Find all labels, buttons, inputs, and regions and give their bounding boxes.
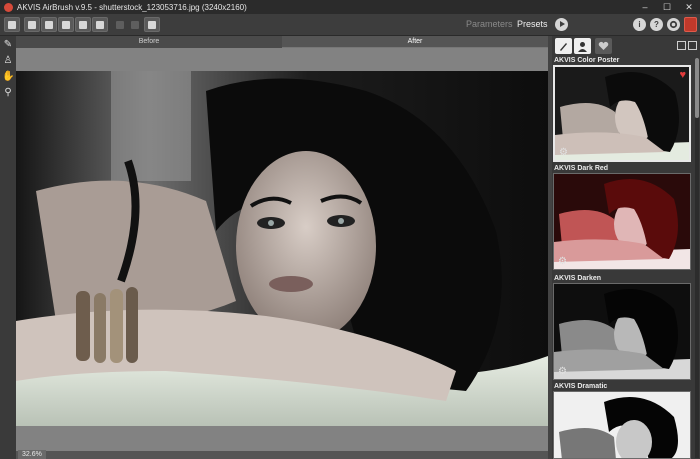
- user-presets-tab[interactable]: [574, 38, 591, 54]
- tab-presets[interactable]: Presets: [517, 19, 548, 29]
- preset-thumbnail[interactable]: [553, 391, 691, 459]
- favorites-tab[interactable]: [595, 38, 612, 54]
- preset-thumbnail[interactable]: ⚙: [553, 283, 691, 380]
- minimize-button[interactable]: –: [634, 0, 656, 14]
- grid-view-icon[interactable]: [688, 41, 697, 50]
- app-window: AKVIS AirBrush v.9.5 - shutterstock_1230…: [0, 0, 700, 459]
- tools-panel: ✎ ♙ ✋ ⚲: [0, 36, 16, 459]
- help-button[interactable]: ?: [650, 18, 663, 31]
- title-bar: AKVIS AirBrush v.9.5 - shutterstock_1230…: [0, 0, 700, 14]
- stamp-tool-icon[interactable]: ♙: [2, 55, 14, 67]
- save-icon[interactable]: [41, 17, 57, 32]
- home-icon[interactable]: [4, 17, 20, 32]
- share-icon[interactable]: [92, 17, 108, 32]
- main-toolbar: Parameters Presets i ?: [0, 14, 700, 36]
- preset-item[interactable]: AKVIS Color Poster ♥ ⚙: [553, 56, 693, 162]
- tab-after[interactable]: After: [282, 36, 548, 48]
- list-view-icon[interactable]: [677, 41, 686, 50]
- run-button[interactable]: [555, 18, 568, 31]
- presets-panel: AKVIS Color Poster ♥ ⚙ AKVIS Dark Red ⚙ …: [552, 36, 700, 459]
- gear-icon: [669, 20, 678, 29]
- person-icon: [578, 41, 587, 52]
- presets-panel-header: [552, 36, 700, 56]
- preset-item[interactable]: AKVIS Darken ⚙: [553, 274, 693, 380]
- settings-button[interactable]: [667, 18, 680, 31]
- gear-icon[interactable]: ⚙: [557, 256, 568, 267]
- window-title: AKVIS AirBrush v.9.5 - shutterstock_1230…: [17, 2, 247, 12]
- view-tabs: Before After: [16, 36, 548, 48]
- scrollbar-thumb[interactable]: [695, 58, 699, 118]
- zoom-tool-icon[interactable]: ⚲: [2, 87, 14, 99]
- print-icon[interactable]: [58, 17, 74, 32]
- preset-item[interactable]: AKVIS Dark Red ⚙: [553, 164, 693, 270]
- preset-thumbnail[interactable]: ♥ ⚙: [553, 65, 691, 162]
- undo-icon[interactable]: [112, 17, 128, 32]
- maximize-button[interactable]: ☐: [656, 0, 678, 14]
- tab-parameters[interactable]: Parameters: [466, 19, 513, 29]
- hand-tool-icon[interactable]: ✋: [2, 71, 14, 83]
- preset-thumbnail[interactable]: ⚙: [553, 173, 691, 270]
- horizontal-scrollbar[interactable]: [16, 451, 548, 459]
- preset-name: AKVIS Dramatic: [554, 383, 608, 390]
- gear-icon[interactable]: ⚙: [558, 147, 569, 158]
- brush-icon: [560, 42, 567, 51]
- result-image[interactable]: [16, 71, 548, 426]
- open-icon[interactable]: [24, 17, 40, 32]
- preset-name: AKVIS Color Poster: [554, 57, 620, 64]
- airbrush-presets-tab[interactable]: [555, 38, 572, 54]
- preset-item[interactable]: AKVIS Dramatic: [553, 382, 693, 459]
- presets-scrollbar[interactable]: [695, 58, 699, 458]
- redo-icon[interactable]: [127, 17, 143, 32]
- info-button[interactable]: i: [633, 18, 646, 31]
- favorite-heart-icon[interactable]: ♥: [679, 70, 686, 81]
- preset-name: AKVIS Dark Red: [554, 165, 609, 172]
- close-button[interactable]: ✕: [678, 0, 700, 14]
- airbrush-tool-icon[interactable]: ✎: [2, 39, 14, 51]
- heart-icon: [598, 41, 609, 50]
- batch-icon[interactable]: [75, 17, 91, 32]
- exit-button[interactable]: [684, 17, 697, 32]
- app-logo-icon: [4, 2, 13, 12]
- zoom-level[interactable]: 32.6%: [18, 450, 46, 459]
- tab-before[interactable]: Before: [16, 36, 282, 48]
- gear-icon[interactable]: ⚙: [557, 366, 568, 377]
- frame-icon[interactable]: [144, 17, 160, 32]
- preset-name: AKVIS Darken: [554, 275, 602, 282]
- image-window: Before After 32.6%: [16, 36, 548, 459]
